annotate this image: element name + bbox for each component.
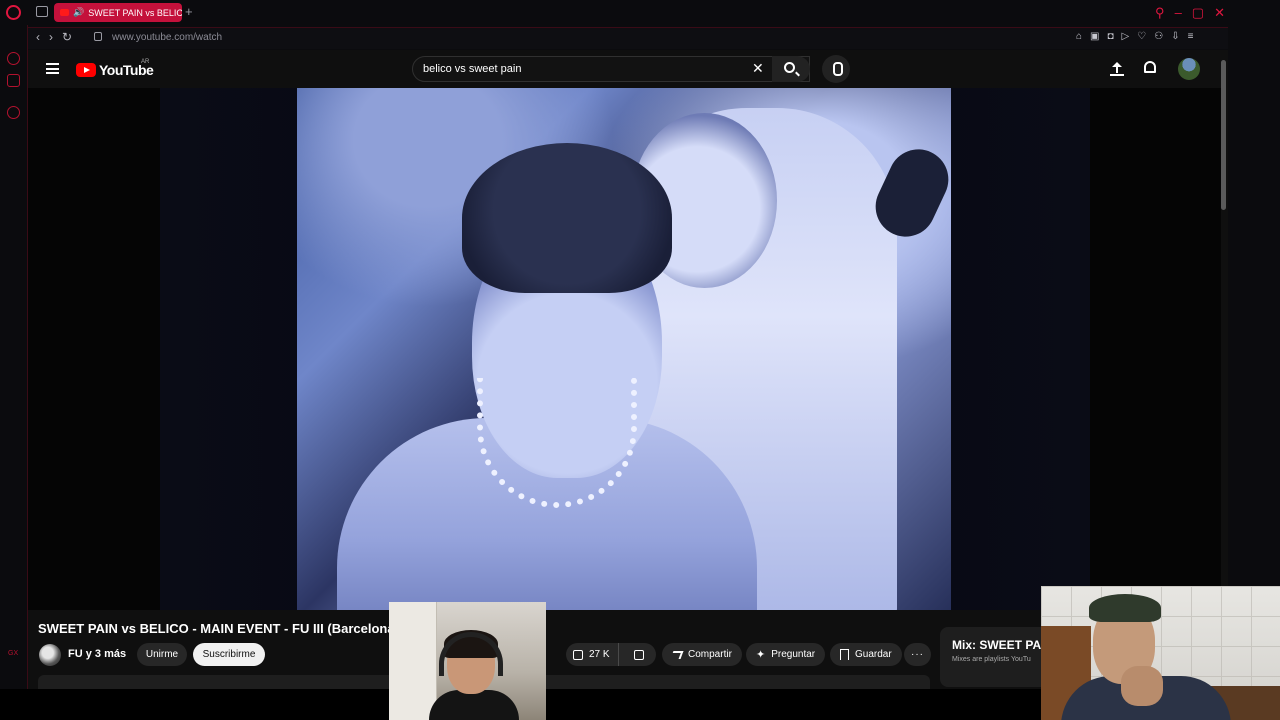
page-scrollbar[interactable] (1221, 60, 1226, 210)
webcam-fridge (389, 602, 437, 720)
speed-dial-icon[interactable] (7, 52, 20, 65)
like-count: 27 K (589, 649, 610, 660)
heart-icon[interactable]: ♡ (1137, 31, 1146, 42)
clear-search-icon[interactable]: ✕ (752, 60, 764, 77)
search-button[interactable] (772, 56, 810, 82)
mix-title[interactable]: Mix: SWEET PA (952, 638, 1041, 652)
nav-buttons: ‹ › ↻ (36, 30, 72, 44)
mix-subtitle: Mixes are playlists YouTu (952, 656, 1031, 663)
profile-icon[interactable]: ⚇ (1154, 31, 1163, 42)
webcam-person-cap (1089, 594, 1161, 622)
new-tab-button[interactable]: + (185, 4, 193, 19)
webcam-person-body (429, 690, 519, 720)
active-tab[interactable]: 🔊 SWEET PAIN vs BELICO (54, 3, 182, 22)
webcam-overlay-right (1041, 586, 1280, 720)
thumbs-up-icon (573, 649, 583, 660)
country-code: AR (141, 59, 150, 65)
window-controls: ⚲ – ▢ ✕ (1155, 5, 1225, 21)
share-icon (670, 650, 684, 659)
avatar[interactable] (1178, 58, 1200, 80)
dislike-button[interactable] (625, 643, 653, 666)
opera-logo-icon[interactable] (6, 5, 21, 20)
webcam-overlay-left (389, 602, 546, 720)
maximize-button[interactable]: ▢ (1192, 5, 1204, 21)
subscribe-button[interactable]: Suscribirme (193, 643, 265, 666)
search-tabs-icon[interactable]: ⚲ (1155, 5, 1165, 21)
snapshot-icon[interactable]: ▣ (1090, 31, 1099, 42)
history-icon[interactable] (7, 106, 20, 119)
forward-button[interactable]: › (49, 30, 53, 44)
video-frame[interactable] (297, 88, 951, 610)
voice-search-icon[interactable] (822, 55, 850, 83)
search-icon (784, 62, 795, 73)
gx-icon[interactable]: GX (8, 650, 18, 657)
minimize-button[interactable]: – (1175, 5, 1182, 21)
search-query[interactable]: belico vs sweet pain (423, 63, 521, 75)
back-button[interactable]: ‹ (36, 30, 40, 44)
webcam-person-hand (1121, 666, 1163, 706)
video-title: SWEET PAIN vs BELICO - MAIN EVENT - FU I… (38, 621, 399, 636)
youtube-favicon-icon (60, 9, 69, 16)
notifications-bell-icon[interactable] (1144, 61, 1156, 73)
reload-button[interactable]: ↻ (62, 30, 72, 44)
save-button[interactable]: Guardar (830, 643, 902, 666)
bookmark-icon (840, 649, 849, 660)
url-field[interactable]: www.youtube.com/watch (112, 32, 222, 43)
save-label: Guardar (855, 649, 892, 660)
speaker-icon[interactable]: 🔊 (73, 7, 84, 18)
extension-icons: ⌂ ▣ ◘ ▷ ♡ ⚇ ⇩ ≡ (1076, 31, 1193, 42)
download-icon[interactable]: ⇩ (1171, 31, 1179, 42)
pin-icon[interactable]: ⌂ (1076, 31, 1082, 42)
youtube-play-icon (76, 63, 96, 77)
ask-button[interactable]: ✦ Preguntar (746, 643, 826, 666)
shield-icon[interactable]: ◘ (1108, 31, 1114, 42)
browser-sidebar (0, 25, 28, 720)
ask-label: Preguntar (771, 649, 816, 660)
like-button[interactable]: 27 K (566, 643, 619, 666)
share-label: Compartir (688, 649, 732, 660)
like-dislike-group: 27 K (566, 643, 656, 666)
upload-icon[interactable] (1110, 61, 1124, 76)
close-button[interactable]: ✕ (1214, 5, 1225, 21)
channel-name[interactable]: FU y 3 más (68, 648, 126, 660)
share-button[interactable]: Compartir (662, 643, 742, 666)
menu-icon[interactable]: ≡ (1188, 31, 1194, 42)
join-button[interactable]: Unirme (137, 643, 187, 666)
tab-switcher-icon[interactable] (36, 6, 48, 17)
messenger-icon[interactable] (7, 74, 20, 87)
lock-icon[interactable] (94, 32, 102, 41)
channel-avatar[interactable] (39, 644, 61, 666)
player-icon[interactable]: ▷ (1122, 31, 1130, 42)
thumbs-down-icon (633, 649, 644, 660)
sparkle-icon: ✦ (756, 649, 766, 661)
tab-title: SWEET PAIN vs BELICO (88, 7, 182, 18)
more-actions-button[interactable]: ··· (904, 643, 931, 666)
hamburger-menu-icon[interactable] (46, 63, 59, 74)
video-fighter-cap (462, 143, 672, 293)
